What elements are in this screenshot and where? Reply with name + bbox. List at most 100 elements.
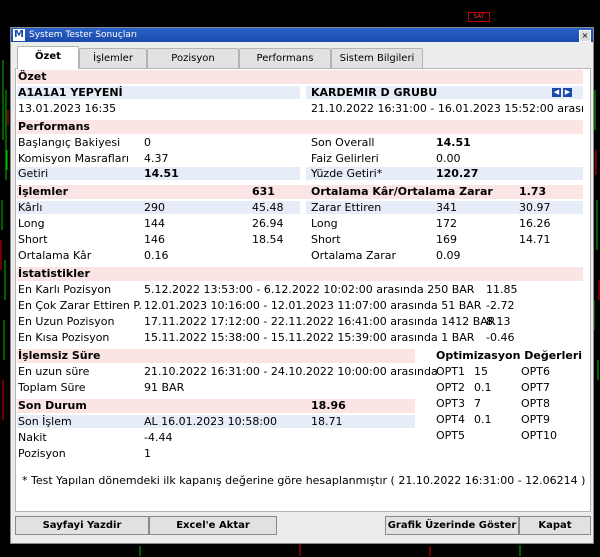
footnote: * Test Yapılan dönemdeki ilk kapanış değ…	[22, 474, 586, 487]
print-page-button[interactable]: Sayfayi Yazdir	[15, 516, 149, 535]
sat-signal-badge: SAT	[468, 12, 490, 22]
opt-value: 0.1	[474, 413, 492, 426]
perf-label: Faiz Gelirleri	[311, 152, 379, 165]
trade-amount: 26.94	[252, 217, 284, 230]
trade-amount: 14.71	[519, 233, 551, 246]
tab-pozisyon[interactable]: Pozisyon	[147, 48, 239, 68]
trade-amount: 16.26	[519, 217, 551, 230]
trade-amount: 45.48	[252, 201, 284, 214]
tab-sistem-bilgileri[interactable]: Sistem Bilgileri	[331, 48, 423, 68]
trade-count: 0.16	[144, 249, 169, 262]
opt-name: OPT7	[521, 381, 551, 394]
export-excel-button[interactable]: Excel'e Aktar	[149, 516, 277, 535]
opt-name: OPT3	[436, 397, 466, 410]
trade-amount: 18.54	[252, 233, 284, 246]
show-on-chart-button[interactable]: Grafik Üzerinde Göster	[385, 516, 519, 535]
perf-label: Son Overall	[311, 136, 375, 149]
idle-label: En uzun süre	[18, 365, 90, 378]
tab-islemler[interactable]: İşlemler	[79, 48, 147, 68]
opt-value: 7	[474, 397, 481, 410]
last-state-extra: 18.71	[311, 415, 343, 428]
close-button[interactable]: Kapat	[519, 516, 591, 535]
opt-name: OPT4	[436, 413, 466, 426]
last-state-total: 18.96	[311, 399, 346, 412]
perf-value: 120.27	[436, 167, 479, 180]
trade-label: Short	[311, 233, 341, 246]
stat-range: 12.01.2023 10:16:00 - 12.01.2023 11:07:0…	[144, 299, 482, 312]
symbol-name: A1A1A1 YEPYENİ	[18, 86, 123, 99]
trade-count: 0.09	[436, 249, 461, 262]
avg-profit-loss-ratio: 1.73	[519, 185, 547, 198]
tab-bar: Özet İşlemler Pozisyon Performans Sistem…	[15, 46, 589, 69]
opt-name: OPT1	[436, 365, 466, 378]
perf-label: Başlangıç Bakiyesi	[18, 136, 121, 149]
trades-total: 631	[252, 185, 275, 198]
system-tester-results-window: M System Tester Sonuçları × Özet İşlemle…	[10, 27, 594, 544]
trade-count: 172	[436, 217, 457, 230]
window-title: System Tester Sonuçları	[29, 30, 138, 40]
tab-performans[interactable]: Performans	[239, 48, 331, 68]
close-icon[interactable]: ×	[579, 30, 591, 42]
stat-label: En Çok Zarar Ettiren P.	[18, 299, 142, 312]
perf-label: Komisyon Masrafları	[18, 152, 130, 165]
trade-count: 144	[144, 217, 165, 230]
stat-range: 5.12.2022 13:53:00 - 6.12.2022 10:02:00 …	[144, 283, 475, 296]
opt-value: 0.1	[474, 381, 492, 394]
last-state-value: 1	[144, 447, 151, 460]
opt-name: OPT10	[521, 429, 558, 442]
trade-label: Long	[18, 217, 45, 230]
perf-value: 14.51	[436, 136, 471, 149]
company-name: KARDEMIR D GRUBU	[311, 86, 438, 99]
perf-value: 14.51	[144, 167, 179, 180]
stat-value: -2.72	[486, 299, 515, 312]
trade-label: Short	[18, 233, 48, 246]
trade-count: 341	[436, 201, 457, 214]
section-ozet: Özet	[18, 70, 47, 83]
idle-label: Toplam Süre	[18, 381, 86, 394]
prev-arrow-icon[interactable]: ◀	[552, 88, 561, 97]
perf-value: 4.37	[144, 152, 169, 165]
stat-value: -0.46	[486, 331, 515, 344]
stat-label: En Karlı Pozisyon	[18, 283, 112, 296]
app-logo-icon: M	[13, 29, 25, 41]
opt-value: 15	[474, 365, 488, 378]
trade-count: 169	[436, 233, 457, 246]
perf-value: 0	[144, 136, 151, 149]
trade-label: Zarar Ettiren	[311, 201, 382, 214]
opt-name: OPT9	[521, 413, 551, 426]
trade-count: 290	[144, 201, 165, 214]
symbol-date: 13.01.2023 16:35	[18, 102, 117, 115]
perf-label: Getiri	[18, 167, 49, 180]
last-state-label: Pozisyon	[18, 447, 66, 460]
trade-label: Ortalama Zarar	[311, 249, 397, 262]
perf-value: 0.00	[436, 152, 461, 165]
opt-name: OPT8	[521, 397, 551, 410]
section-avg-profit-loss: Ortalama Kâr/Ortalama Zarar	[311, 185, 493, 198]
test-range: 21.10.2022 16:31:00 - 16.01.2023 15:52:0…	[311, 102, 585, 115]
idle-value: 91 BAR	[144, 381, 185, 394]
section-islemler: İşlemler	[18, 185, 68, 198]
section-optimizasyon: Optimizasyon Değerleri	[436, 349, 583, 362]
trade-label: Long	[311, 217, 338, 230]
stat-range: 15.11.2022 15:38:00 - 15.11.2022 15:39:0…	[144, 331, 475, 344]
perf-label: Yüzde Getiri*	[311, 167, 383, 180]
last-state-value: AL 16.01.2023 10:58:00	[144, 415, 278, 428]
trade-amount: 30.97	[519, 201, 551, 214]
section-istatistikler: İstatistikler	[18, 267, 90, 280]
opt-name: OPT2	[436, 381, 466, 394]
tab-ozet[interactable]: Özet	[17, 46, 79, 69]
opt-name: OPT5	[436, 429, 466, 442]
idle-value: 21.10.2022 16:31:00 - 24.10.2022 10:00:0…	[144, 365, 438, 378]
stat-label: En Kısa Pozisyon	[18, 331, 110, 344]
title-bar[interactable]: M System Tester Sonuçları ×	[11, 28, 593, 42]
section-islemsiz-sure: İşlemsiz Süre	[18, 349, 101, 362]
stat-value: 11.85	[486, 283, 518, 296]
summary-panel: Özet A1A1A1 YEPYENİ KARDEMIR D GRUBU ◀ ▶…	[15, 68, 591, 512]
section-performans: Performans	[18, 120, 90, 133]
trade-label: Ortalama Kâr	[18, 249, 92, 262]
next-arrow-icon[interactable]: ▶	[563, 88, 572, 97]
last-state-label: Nakit	[18, 431, 47, 444]
last-state-label: Son İşlem	[18, 415, 72, 428]
stat-label: En Uzun Pozisyon	[18, 315, 115, 328]
last-state-value: -4.44	[144, 431, 173, 444]
